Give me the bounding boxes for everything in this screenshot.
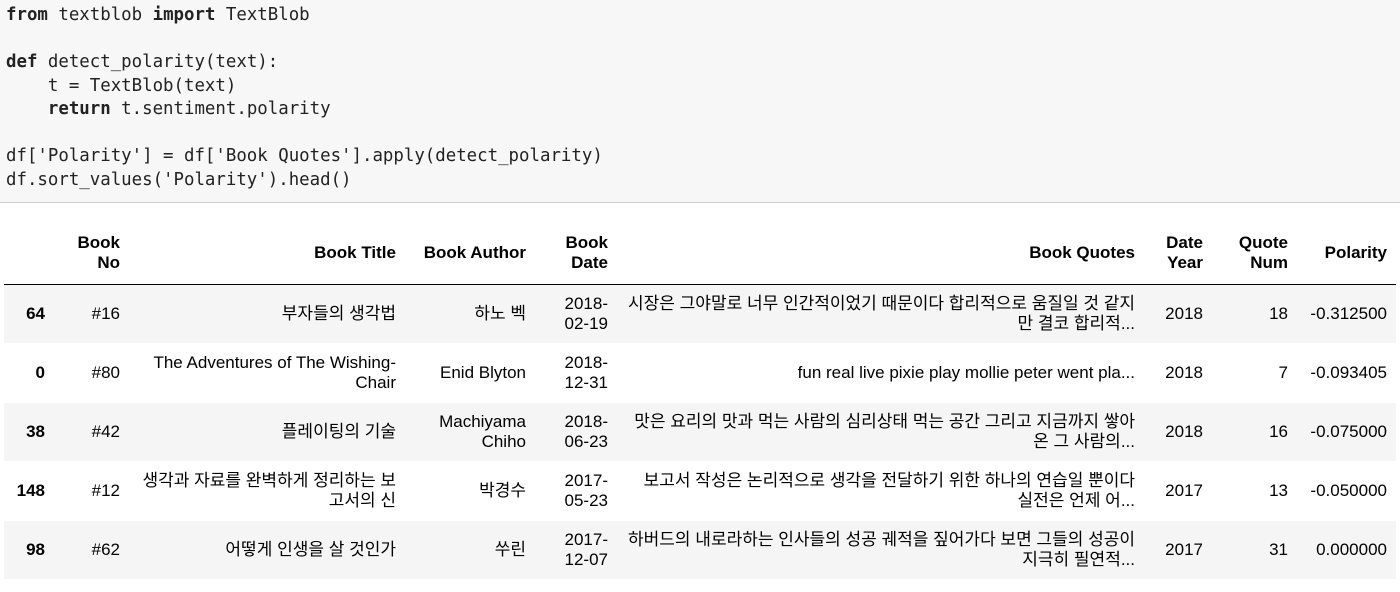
code-keyword: def [6,52,38,72]
cell-date-year: 2017 [1144,461,1212,521]
cell-quote-num: 16 [1212,402,1297,462]
row-index: 64 [4,284,54,344]
cell-book-author: Machiyama Chiho [405,402,535,462]
cell-book-date: 2017-05-23 [535,461,617,521]
header-date-year: Date Year [1144,222,1212,285]
table-row: 98 #62 어떻게 인생을 살 것인가 쑤린 2017-12-07 하버드의 … [4,520,1396,580]
dataframe-table: Book No Book Title Book Author Book Date… [4,222,1396,580]
cell-polarity: 0.000000 [1297,520,1396,580]
code-keyword: import [152,5,216,25]
code-text: df['Polarity'] = df['Book Quotes'].apply… [6,146,603,166]
cell-book-no: #80 [54,343,129,403]
header-index [4,222,54,285]
cell-book-date: 2017-12-07 [535,520,617,580]
code-text: detect_polarity(text): [37,52,279,72]
code-keyword: return [6,99,111,119]
cell-book-date: 2018-02-19 [535,284,617,344]
cell-book-author: 하노 벡 [405,284,535,344]
cell-polarity: -0.050000 [1297,461,1396,521]
cell-book-author: 박경수 [405,461,535,521]
header-book-date: Book Date [535,222,617,285]
code-line: df['Polarity'] = df['Book Quotes'].apply… [6,145,1400,169]
header-polarity: Polarity [1297,222,1396,285]
code-text: textblob [47,5,153,25]
cell-book-author: 쑤린 [405,520,535,580]
cell-date-year: 2018 [1144,402,1212,462]
cell-book-quotes: 맛은 요리의 맛과 먹는 사람의 심리상태 먹는 공간 그리고 지금까지 쌓아온… [617,402,1144,462]
cell-book-no: #62 [54,520,129,580]
output-area: Book No Book Title Book Author Book Date… [4,222,1396,580]
table-row: 38 #42 플레이팅의 기술 Machiyama Chiho 2018-06-… [4,402,1396,462]
header-quote-num: Quote Num [1212,222,1297,285]
code-text: df.sort_values('Polarity').head() [6,169,352,190]
code-text: t.sentiment.polarity [110,99,331,119]
code-editor[interactable]: from textblob import TextBlob def detect_… [0,0,1400,192]
cell-book-date: 2018-06-23 [535,402,617,462]
cell-book-title: 어떻게 인생을 살 것인가 [129,520,405,580]
code-cell[interactable]: from textblob import TextBlob def detect_… [0,0,1400,203]
code-line: from textblob import TextBlob [6,4,1400,28]
header-book-no: Book No [54,222,129,285]
code-keyword: from [6,5,48,25]
cell-book-quotes: 하버드의 내로라하는 인사들의 성공 궤적을 짚어가다 보면 그들의 성공이 지… [617,520,1144,580]
header-book-quotes: Book Quotes [617,222,1144,285]
row-index: 0 [4,343,54,403]
cell-quote-num: 7 [1212,343,1297,403]
table-row: 148 #12 생각과 자료를 완벽하게 정리하는 보고서의 신 박경수 201… [4,461,1396,521]
cell-book-title: 부자들의 생각법 [129,284,405,344]
cell-book-title: 플레이팅의 기술 [129,402,405,462]
cell-quote-num: 18 [1212,284,1297,344]
cell-date-year: 2018 [1144,343,1212,403]
cell-quote-num: 13 [1212,461,1297,521]
cell-quote-num: 31 [1212,520,1297,580]
cell-book-title: The Adventures of The Wishing-Chair [129,343,405,403]
cell-polarity: -0.093405 [1297,343,1396,403]
table-row: 64 #16 부자들의 생각법 하노 벡 2018-02-19 시장은 그야말로… [4,284,1396,344]
row-index: 98 [4,520,54,580]
header-book-author: Book Author [405,222,535,285]
cell-book-author: Enid Blyton [405,343,535,403]
cell-book-quotes: 시장은 그야말로 너무 인간적이었기 때문이다 합리적으로 움질일 것 같지만 … [617,284,1144,344]
cell-book-no: #12 [54,461,129,521]
header-book-title: Book Title [129,222,405,285]
code-text: t = TextBlob(text) [6,75,237,96]
code-line: def detect_polarity(text): [6,51,1400,75]
table-row: 0 #80 The Adventures of The Wishing-Chai… [4,343,1396,403]
cell-book-quotes: 보고서 작성은 논리적으로 생각을 전달하기 위한 하나의 연습일 뿐이다 실전… [617,461,1144,521]
cell-book-date: 2018-12-31 [535,343,617,403]
cell-book-title: 생각과 자료를 완벽하게 정리하는 보고서의 신 [129,461,405,521]
code-line: t = TextBlob(text) [6,75,1400,99]
cell-polarity: -0.075000 [1297,402,1396,462]
row-index: 38 [4,402,54,462]
cell-polarity: -0.312500 [1297,284,1396,344]
row-index: 148 [4,461,54,521]
code-line: return t.sentiment.polarity [6,98,1400,122]
cell-book-no: #42 [54,402,129,462]
cell-date-year: 2018 [1144,284,1212,344]
cell-date-year: 2017 [1144,520,1212,580]
code-text: TextBlob [215,5,310,25]
table-header-row: Book No Book Title Book Author Book Date… [4,222,1396,285]
code-line: df.sort_values('Polarity').head() [6,169,1400,193]
cell-book-quotes: fun real live pixie play mollie peter we… [617,343,1144,403]
cell-book-no: #16 [54,284,129,344]
